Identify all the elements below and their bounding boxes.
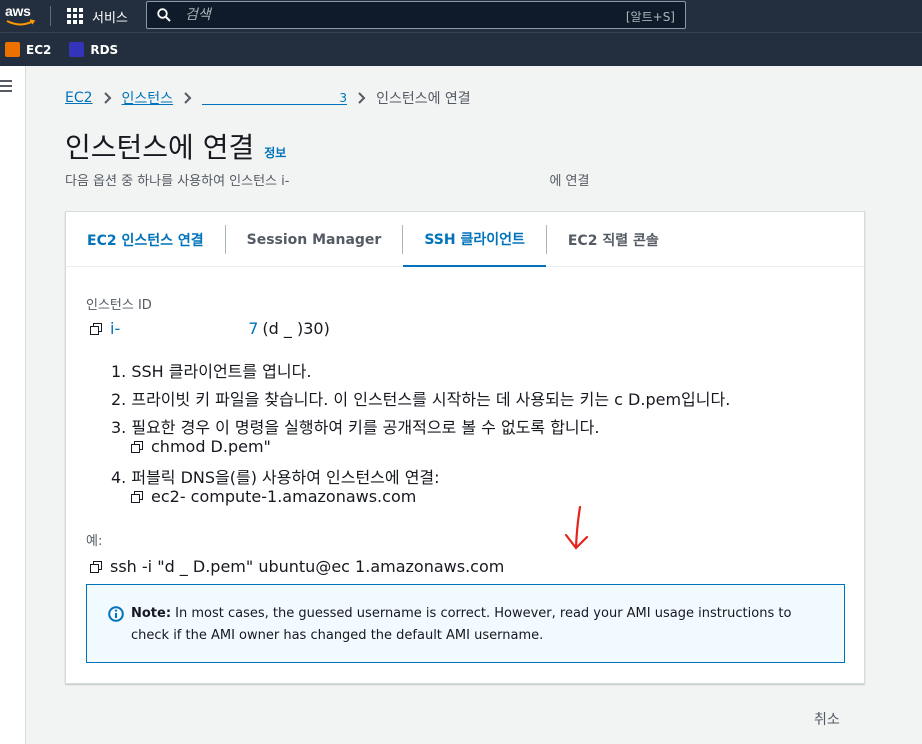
aws-logo-text: aws	[5, 3, 31, 19]
services-label: 서비스	[92, 10, 128, 26]
copy-icon[interactable]	[131, 440, 143, 453]
chevron-right-icon	[103, 92, 111, 104]
grid-icon	[67, 8, 83, 24]
note-body: In most cases, the guessed username is c…	[131, 606, 792, 643]
chevron-right-icon	[358, 92, 366, 104]
example-label: 예:	[86, 530, 102, 549]
favorite-ec2-label: EC2	[26, 42, 52, 57]
example-command-row: ssh -i "d _ D.pem" ubuntu@ec 1.amazonaws…	[90, 557, 504, 576]
connect-tabs: EC2 인스턴스 연결 Session Manager SSH 클라이언트 EC…	[66, 212, 864, 267]
breadcrumb-current: 인스턴스에 연결	[376, 91, 471, 107]
copy-icon[interactable]	[90, 560, 102, 573]
ec2-icon	[5, 42, 20, 57]
search-bar[interactable]: [알트+S]	[146, 1, 686, 29]
info-link[interactable]: 정보	[264, 144, 286, 161]
page-description: 다음 옵션 중 하나를 사용하여 인스턴스 i- 에 연결	[65, 170, 589, 189]
copy-icon[interactable]	[131, 490, 143, 503]
chmod-command: chmod D.pem"	[151, 437, 271, 456]
search-icon	[157, 8, 171, 22]
instance-id-value[interactable]: i-	[110, 319, 120, 338]
info-icon	[108, 606, 124, 622]
info-alert: Note: In most cases, the guessed usernam…	[86, 584, 845, 663]
page-title-text: 인스턴스에 연결	[65, 131, 255, 164]
connect-panel: EC2 인스턴스 연결 Session Manager SSH 클라이언트 EC…	[65, 211, 865, 684]
dns-command-row: ec2- compute-1.amazonaws.com	[131, 487, 416, 506]
copy-icon[interactable]	[90, 322, 102, 335]
side-navigation	[0, 66, 26, 744]
example-label-text: 예:	[86, 534, 103, 549]
cancel-button[interactable]: 취소	[814, 709, 840, 729]
search-input[interactable]	[185, 7, 605, 23]
page-desc-start: 다음 옵션 중 하나를 사용하여 인스턴스 i-	[65, 174, 290, 189]
page-desc-end: 에 연결	[549, 174, 590, 189]
top-navigation: aws 서비스 [알트+S]	[0, 0, 922, 32]
example-ssh-command: ssh -i "d _ D.pem" ubuntu@ec 1.amazonaws…	[110, 557, 505, 576]
step-4: 4. 퍼블릭 DNS을(를) 사용하여 인스턴스에 연결:	[111, 468, 440, 487]
tab-ssh-client[interactable]: SSH 클라이언트	[403, 212, 546, 267]
instance-id-label: 인스턴스 ID	[86, 294, 152, 313]
aws-smile-icon	[6, 19, 36, 26]
tab-ec2-instance-connect[interactable]: EC2 인스턴스 연결	[66, 212, 225, 267]
breadcrumb-instance-id[interactable]: 3	[202, 91, 348, 105]
note-bold: Note:	[131, 606, 172, 621]
services-menu-button[interactable]: 서비스	[67, 6, 128, 26]
breadcrumb-instances[interactable]: 인스턴스	[122, 88, 174, 108]
note-text: Note: In most cases, the guessed usernam…	[131, 603, 831, 647]
red-arrow-annotation	[564, 505, 589, 550]
rds-icon	[69, 42, 85, 57]
menu-icon[interactable]	[0, 80, 12, 95]
public-dns: ec2- compute-1.amazonaws.com	[151, 487, 417, 506]
page-title: 인스턴스에 연결 정보	[65, 126, 286, 166]
instance-id-row: i- 7 (d _ )30)	[90, 319, 330, 338]
instance-id-label-text: 인스턴스 ID	[86, 298, 152, 313]
tab-ec2-serial-console[interactable]: EC2 직렬 콘솔	[547, 212, 680, 267]
breadcrumb: EC2 인스턴스 3 인스턴스에 연결	[65, 88, 471, 108]
chevron-right-icon	[184, 92, 192, 104]
chmod-command-row: chmod D.pem"	[131, 437, 271, 456]
step-1: 1. SSH 클라이언트를 엽니다.	[111, 362, 312, 381]
favorite-rds-label: RDS	[90, 42, 119, 57]
instance-name: (d _ )30)	[262, 319, 330, 338]
favorite-rds[interactable]: RDS	[69, 42, 118, 57]
step-3: 3. 필요한 경우 이 명령을 실행하여 키를 공개적으로 볼 수 없도록 합니…	[111, 418, 600, 437]
tab-session-manager[interactable]: Session Manager	[226, 212, 403, 267]
favorite-ec2[interactable]: EC2	[5, 42, 51, 57]
instance-id-tail[interactable]: 7	[248, 319, 258, 338]
search-shortcut: [알트+S]	[625, 10, 675, 24]
breadcrumb-ec2[interactable]: EC2	[65, 90, 93, 106]
nav-divider	[50, 6, 51, 26]
favorites-bar: EC2 RDS	[0, 32, 922, 66]
step-2: 2. 프라이빗 키 파일을 찾습니다. 이 인스턴스를 시작하는 데 사용되는 …	[111, 390, 731, 409]
aws-logo[interactable]: aws	[3, 3, 39, 29]
